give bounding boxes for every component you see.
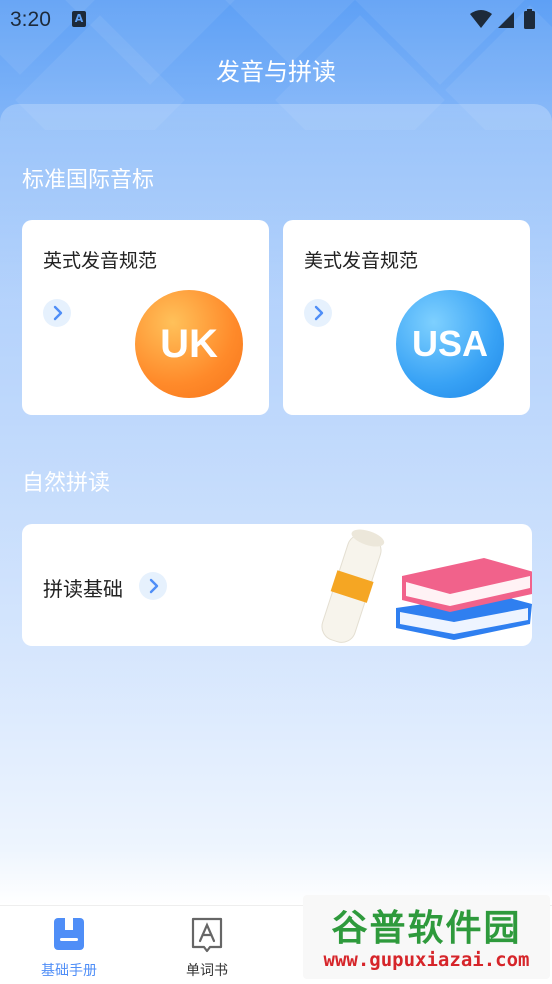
uk-badge: UK bbox=[135, 290, 243, 398]
nav-label: 单词书 bbox=[186, 963, 228, 979]
section-title-phonetics: 标准国际音标 bbox=[22, 168, 155, 193]
usa-badge: USA bbox=[396, 290, 504, 398]
card-title: 拼读基础 bbox=[43, 577, 123, 601]
battery-icon bbox=[524, 9, 535, 29]
notification-icon: A bbox=[72, 11, 86, 27]
nav-label: 基础手册 bbox=[41, 963, 97, 979]
card-title: 美式发音规范 bbox=[304, 250, 419, 272]
us-pronunciation-card[interactable]: 美式发音规范 USA bbox=[283, 220, 530, 415]
handbook-icon bbox=[54, 918, 84, 950]
books-scroll-illustration bbox=[321, 529, 532, 643]
section-title-phonics: 自然拼读 bbox=[22, 471, 111, 496]
watermark: 谷普软件园 www.gupuxiazai.com bbox=[303, 895, 550, 979]
chevron-right-icon[interactable] bbox=[304, 299, 332, 327]
word-book-icon bbox=[191, 917, 223, 953]
page-title: 发音与拼读 bbox=[216, 58, 336, 86]
signal-icon bbox=[498, 12, 514, 28]
status-time: 3:20 bbox=[10, 8, 51, 31]
wifi-icon bbox=[470, 10, 492, 28]
phonics-basics-card[interactable]: 拼读基础 bbox=[22, 524, 532, 646]
status-icons bbox=[468, 8, 542, 36]
status-bar: 3:20 A bbox=[0, 0, 552, 40]
card-title: 英式发音规范 bbox=[43, 250, 158, 272]
nav-item-word-book[interactable]: 单词书 bbox=[157, 914, 257, 979]
chevron-right-icon[interactable] bbox=[139, 572, 167, 600]
uk-pronunciation-card[interactable]: 英式发音规范 UK bbox=[22, 220, 269, 415]
watermark-title: 谷普软件园 bbox=[331, 908, 522, 949]
watermark-url: www.gupuxiazai.com bbox=[323, 949, 530, 971]
nav-item-handbook[interactable]: 基础手册 bbox=[19, 914, 119, 979]
chevron-right-icon[interactable] bbox=[43, 299, 71, 327]
